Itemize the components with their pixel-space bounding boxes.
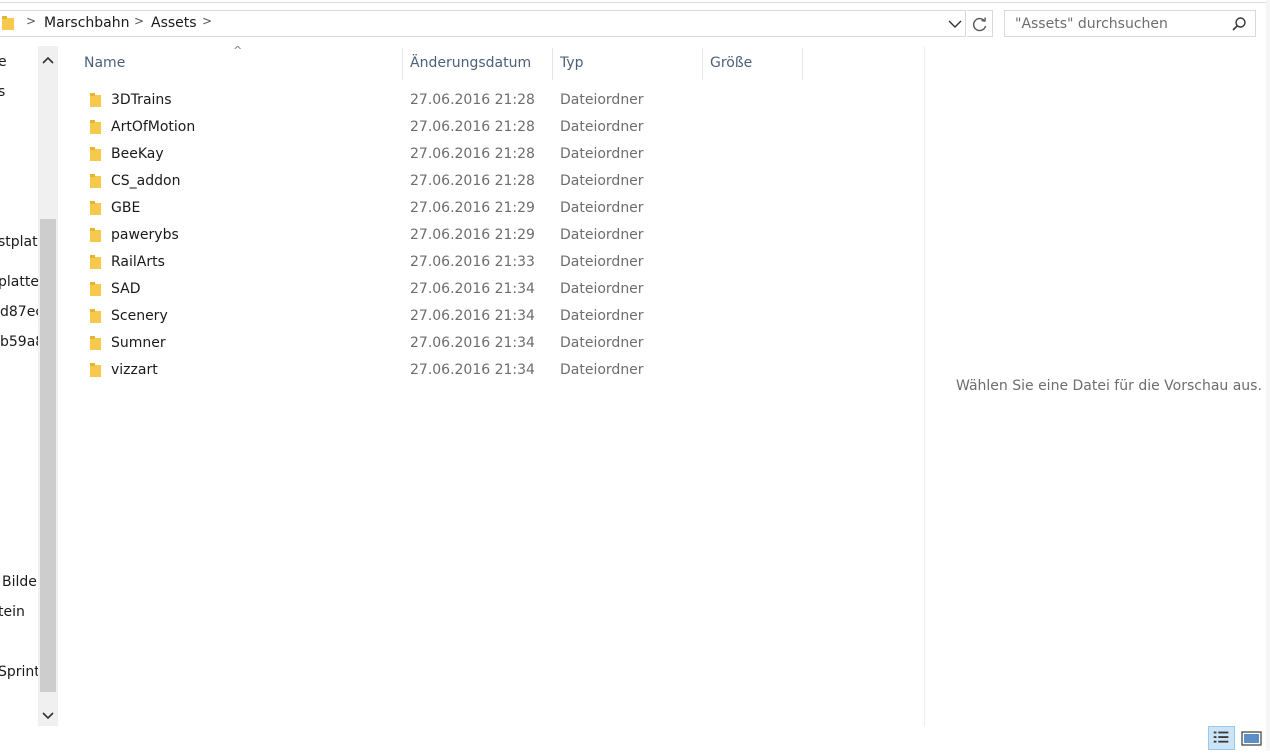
folder-icon — [90, 363, 101, 377]
nav-item[interactable]: stplatt — [0, 234, 43, 250]
folder-icon — [90, 309, 101, 323]
file-name[interactable]: 3DTrains — [111, 92, 172, 108]
file-row[interactable]: RailArts 27.06.2016 21:33 Dateiordner — [78, 250, 923, 277]
nav-item[interactable]: Sprint — [0, 664, 40, 680]
file-name[interactable]: RailArts — [111, 254, 165, 270]
file-name[interactable]: vizzart — [111, 362, 158, 378]
folder-icon — [90, 201, 101, 215]
breadcrumb-assets[interactable]: Assets — [151, 15, 197, 31]
large-icons-view-button[interactable] — [1238, 726, 1265, 750]
address-bar[interactable]: > Marschbahn > Assets > — [0, 10, 966, 37]
column-divider[interactable] — [802, 48, 803, 80]
folder-icon — [90, 336, 101, 350]
file-type: Dateiordner — [560, 92, 644, 108]
file-date: 27.06.2016 21:34 — [410, 362, 535, 378]
chevron-down-icon[interactable] — [38, 705, 58, 725]
file-date: 27.06.2016 21:29 — [410, 200, 535, 216]
file-row[interactable]: vizzart 27.06.2016 21:34 Dateiordner — [78, 358, 923, 385]
file-date: 27.06.2016 21:29 — [410, 227, 535, 243]
refresh-icon — [973, 17, 987, 32]
nav-item[interactable]: e — [0, 54, 7, 70]
file-row[interactable]: GBE 27.06.2016 21:29 Dateiordner — [78, 196, 923, 223]
nav-scrollbar[interactable] — [38, 46, 58, 726]
search-box[interactable]: "Assets" durchsuchen — [1004, 10, 1256, 37]
file-date: 27.06.2016 21:28 — [410, 119, 535, 135]
file-type: Dateiordner — [560, 146, 644, 162]
column-divider[interactable] — [552, 48, 553, 80]
scrollbar-thumb[interactable] — [40, 219, 56, 692]
file-name[interactable]: BeeKay — [111, 146, 164, 162]
file-date: 27.06.2016 21:28 — [410, 146, 535, 162]
search-input[interactable]: "Assets" durchsuchen — [1015, 16, 1168, 32]
sort-ascending-icon: ^ — [233, 44, 243, 57]
file-row[interactable]: BeeKay 27.06.2016 21:28 Dateiordner — [78, 142, 923, 169]
file-name[interactable]: pawerybs — [111, 227, 179, 243]
file-date: 27.06.2016 21:33 — [410, 254, 535, 270]
large-icons-view-icon — [1241, 731, 1262, 746]
breadcrumb-separator[interactable]: > — [26, 14, 36, 28]
column-header-date[interactable]: Änderungsdatum — [410, 55, 531, 71]
file-name[interactable]: CS_addon — [111, 173, 180, 189]
file-row[interactable]: SAD 27.06.2016 21:34 Dateiordner — [78, 277, 923, 304]
file-name[interactable]: SAD — [111, 281, 141, 297]
file-type: Dateiordner — [560, 200, 644, 216]
column-header-name[interactable]: Name — [84, 55, 125, 71]
preview-message: Wählen Sie eine Datei für die Vorschau a… — [956, 378, 1262, 394]
column-headers: ^ Name Änderungsdatum Typ Größe — [78, 44, 923, 80]
top-divider — [0, 2, 1270, 3]
file-name[interactable]: GBE — [111, 200, 140, 216]
file-type: Dateiordner — [560, 308, 644, 324]
nav-item[interactable]: platte — [0, 274, 39, 290]
breadcrumb-separator[interactable]: > — [134, 14, 144, 28]
search-icon[interactable] — [1231, 16, 1247, 32]
file-row[interactable]: CS_addon 27.06.2016 21:28 Dateiordner — [78, 169, 923, 196]
column-divider[interactable] — [402, 48, 403, 80]
breadcrumb-separator[interactable]: > — [202, 14, 212, 28]
folder-icon — [90, 174, 101, 188]
file-row[interactable]: Sumner 27.06.2016 21:34 Dateiordner — [78, 331, 923, 358]
column-header-size[interactable]: Größe — [710, 55, 752, 71]
folder-icon — [90, 282, 101, 296]
folder-icon — [90, 120, 101, 134]
file-name[interactable]: Scenery — [111, 308, 168, 324]
details-view-icon — [1213, 731, 1229, 743]
column-header-type[interactable]: Typ — [560, 55, 584, 71]
folder-icon — [90, 93, 101, 107]
file-row[interactable]: Scenery 27.06.2016 21:34 Dateiordner — [78, 304, 923, 331]
file-name[interactable]: Sumner — [111, 335, 166, 351]
refresh-button[interactable] — [967, 10, 993, 37]
file-date: 27.06.2016 21:34 — [410, 281, 535, 297]
column-divider[interactable] — [702, 48, 703, 80]
file-date: 27.06.2016 21:34 — [410, 335, 535, 351]
folder-icon — [90, 147, 101, 161]
address-toolbar: > Marschbahn > Assets > "Assets" durchsu… — [0, 0, 1270, 46]
details-view-button[interactable] — [1208, 726, 1235, 750]
nav-item[interactable]: Bilde — [2, 574, 37, 590]
file-row[interactable]: 3DTrains 27.06.2016 21:28 Dateiordner — [78, 88, 923, 115]
file-row[interactable]: ArtOfMotion 27.06.2016 21:28 Dateiordner — [78, 115, 923, 142]
nav-item[interactable]: s — [0, 84, 5, 100]
folder-icon — [90, 228, 101, 242]
file-row[interactable]: pawerybs 27.06.2016 21:29 Dateiordner — [78, 223, 923, 250]
chevron-down-icon[interactable] — [946, 15, 964, 33]
file-type: Dateiordner — [560, 362, 644, 378]
file-type: Dateiordner — [560, 119, 644, 135]
folder-icon — [2, 16, 14, 30]
file-date: 27.06.2016 21:28 — [410, 92, 535, 108]
folder-icon — [90, 255, 101, 269]
file-date: 27.06.2016 21:34 — [410, 308, 535, 324]
nav-item[interactable]: d87ec — [0, 304, 43, 320]
file-type: Dateiordner — [560, 227, 644, 243]
file-name[interactable]: ArtOfMotion — [111, 119, 195, 135]
window-edge — [1266, 0, 1270, 751]
preview-divider[interactable] — [924, 46, 925, 726]
chevron-up-icon[interactable] — [38, 50, 58, 70]
file-type: Dateiordner — [560, 173, 644, 189]
file-type: Dateiordner — [560, 335, 644, 351]
nav-item[interactable]: tein — [0, 604, 25, 620]
file-type: Dateiordner — [560, 254, 644, 270]
file-type: Dateiordner — [560, 281, 644, 297]
breadcrumb-marschbahn[interactable]: Marschbahn — [44, 15, 130, 31]
file-date: 27.06.2016 21:28 — [410, 173, 535, 189]
